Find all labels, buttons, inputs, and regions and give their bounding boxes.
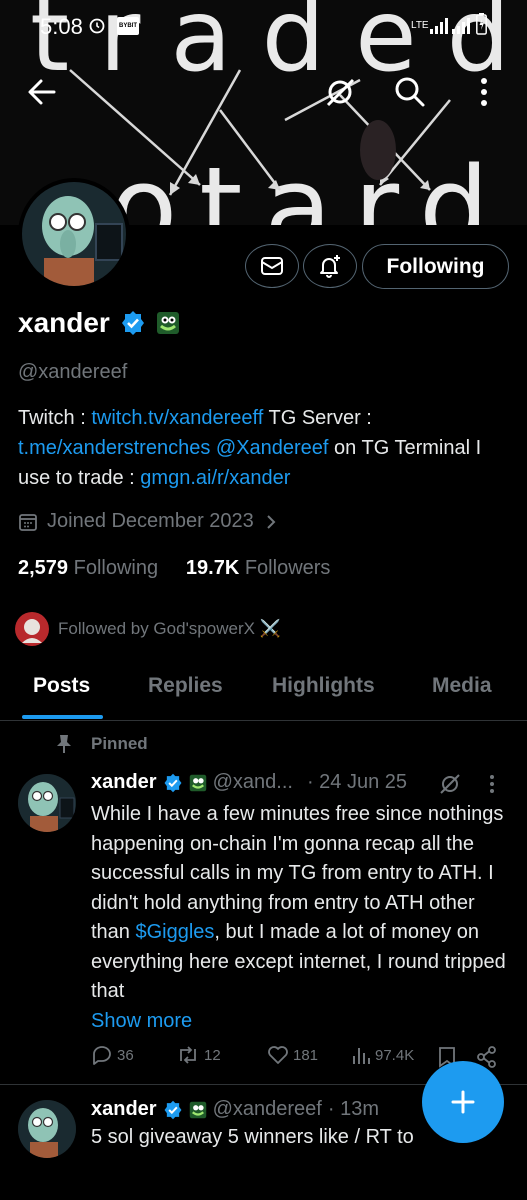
post-timestamp[interactable]: · 24 Jun 25 bbox=[307, 771, 407, 794]
chevron-right-icon bbox=[267, 514, 276, 529]
plus-icon bbox=[451, 1090, 475, 1114]
pin-icon bbox=[57, 735, 71, 753]
views-button[interactable]: 97.4K bbox=[351, 1044, 414, 1066]
show-more-link[interactable]: Show more bbox=[91, 1010, 192, 1032]
repost-count: 12 bbox=[204, 1046, 221, 1064]
tabs-divider bbox=[0, 720, 527, 721]
active-tab-indicator bbox=[22, 715, 103, 719]
bio-mention[interactable]: @Xandereef bbox=[216, 437, 329, 459]
avatar-image bbox=[22, 182, 126, 286]
post-author-handle[interactable]: @xandereef bbox=[213, 1098, 322, 1121]
followers-count-link[interactable]: 19.7K Followers bbox=[186, 557, 331, 579]
post-timestamp[interactable]: · 13m bbox=[328, 1098, 379, 1121]
tab-highlights[interactable]: Highlights bbox=[272, 674, 375, 698]
search-icon[interactable] bbox=[390, 72, 430, 112]
cashtag-link[interactable]: $Giggles bbox=[135, 921, 214, 943]
profile-handle: @xandereef bbox=[18, 361, 128, 383]
followed-by-text: Followed by God'spowerX ⚔️ bbox=[58, 619, 281, 638]
following-count: 2,579 bbox=[18, 557, 69, 579]
views-count: 97.4K bbox=[375, 1046, 415, 1064]
views-icon bbox=[353, 1048, 370, 1064]
reply-icon bbox=[93, 1046, 111, 1065]
post-author-name[interactable]: xander bbox=[91, 1098, 157, 1121]
like-button[interactable]: 181 bbox=[267, 1044, 318, 1066]
post-header: xander @xandereef · 13m bbox=[91, 1098, 379, 1121]
grok-icon[interactable] bbox=[438, 772, 462, 796]
signal-icon-2 bbox=[452, 18, 470, 34]
grok-icon[interactable] bbox=[320, 72, 360, 112]
network-label: LTE bbox=[411, 20, 429, 31]
affiliate-badge-icon[interactable] bbox=[156, 311, 180, 335]
tab-replies[interactable]: Replies bbox=[148, 674, 223, 698]
heart-icon bbox=[268, 1046, 288, 1064]
bio-link-telegram[interactable]: t.me/xanderstrenches bbox=[18, 437, 210, 459]
reply-button[interactable]: 36 bbox=[91, 1044, 134, 1066]
tab-posts[interactable]: Posts bbox=[33, 674, 90, 698]
joined-date: Joined December 2023 bbox=[47, 510, 254, 532]
notifications-button[interactable] bbox=[303, 244, 357, 288]
followers-count: 19.7K bbox=[185, 557, 240, 579]
status-time: 5:08 bbox=[40, 14, 83, 39]
post-avatar-image bbox=[18, 1100, 76, 1158]
calendar-icon bbox=[19, 513, 37, 531]
more-vertical-icon[interactable] bbox=[464, 72, 504, 112]
post-header: xander @xand... · 24 Jun 25 bbox=[91, 771, 407, 794]
post-body: While I have a few minutes free since no… bbox=[91, 800, 511, 1036]
follower-avatar bbox=[15, 612, 49, 646]
profile-name: xander bbox=[18, 307, 110, 338]
repost-button[interactable]: 12 bbox=[176, 1044, 221, 1066]
verified-badge-icon bbox=[164, 1100, 182, 1119]
mail-icon bbox=[261, 257, 283, 275]
status-bar: 5:08 BYBIT LTE bbox=[0, 0, 527, 52]
pinned-label: Pinned bbox=[91, 734, 148, 753]
post-avatar[interactable] bbox=[18, 774, 76, 832]
profile-bio: Twitch : twitch.tv/xandereeff TG Server … bbox=[18, 403, 513, 493]
pinned-label-row: Pinned bbox=[55, 734, 148, 754]
post-author-name[interactable]: xander bbox=[91, 771, 157, 794]
battery-icon bbox=[476, 13, 487, 35]
verified-badge-icon bbox=[164, 773, 182, 792]
profile-avatar[interactable] bbox=[18, 178, 130, 290]
followers-label: Followers bbox=[244, 557, 331, 579]
alarm-icon bbox=[89, 18, 105, 34]
repost-icon bbox=[180, 1046, 196, 1064]
profile-tabs: Posts Replies Highlights Media bbox=[0, 666, 527, 720]
follow-counts: 2,579 Following 19.7K Followers bbox=[18, 557, 330, 580]
affiliate-badge-icon bbox=[189, 1101, 206, 1118]
bio-text: Twitch : bbox=[18, 407, 92, 429]
bio-link-twitch[interactable]: twitch.tv/xandereeff bbox=[91, 407, 263, 429]
following-count-link[interactable]: 2,579 Following bbox=[18, 557, 158, 579]
like-count: 181 bbox=[293, 1046, 319, 1064]
message-button[interactable] bbox=[245, 244, 299, 288]
bybit-notification-icon: BYBIT bbox=[117, 17, 139, 35]
compose-post-button[interactable] bbox=[422, 1061, 504, 1143]
reply-count: 36 bbox=[117, 1046, 134, 1064]
followed-by-row[interactable]: Followed by God'spowerX ⚔️ bbox=[14, 611, 281, 647]
post-author-handle[interactable]: @xand... bbox=[213, 771, 293, 794]
post-avatar[interactable] bbox=[18, 1100, 76, 1158]
following-button[interactable]: Following bbox=[362, 244, 509, 289]
profile-name-row: xander bbox=[18, 307, 180, 339]
following-label: Following bbox=[73, 557, 159, 579]
verified-badge-icon[interactable] bbox=[120, 310, 146, 336]
joined-date-row[interactable]: Joined December 2023 bbox=[18, 510, 279, 533]
back-arrow-icon[interactable] bbox=[22, 72, 62, 112]
post-avatar-image bbox=[18, 774, 76, 832]
bio-link-gmgn[interactable]: gmgn.ai/r/xander bbox=[140, 467, 290, 489]
post-more-icon[interactable] bbox=[480, 772, 504, 796]
tab-media[interactable]: Media bbox=[432, 674, 492, 698]
bio-text: TG Server : bbox=[263, 407, 372, 429]
bell-plus-icon bbox=[320, 255, 340, 278]
affiliate-badge-icon bbox=[189, 774, 206, 791]
